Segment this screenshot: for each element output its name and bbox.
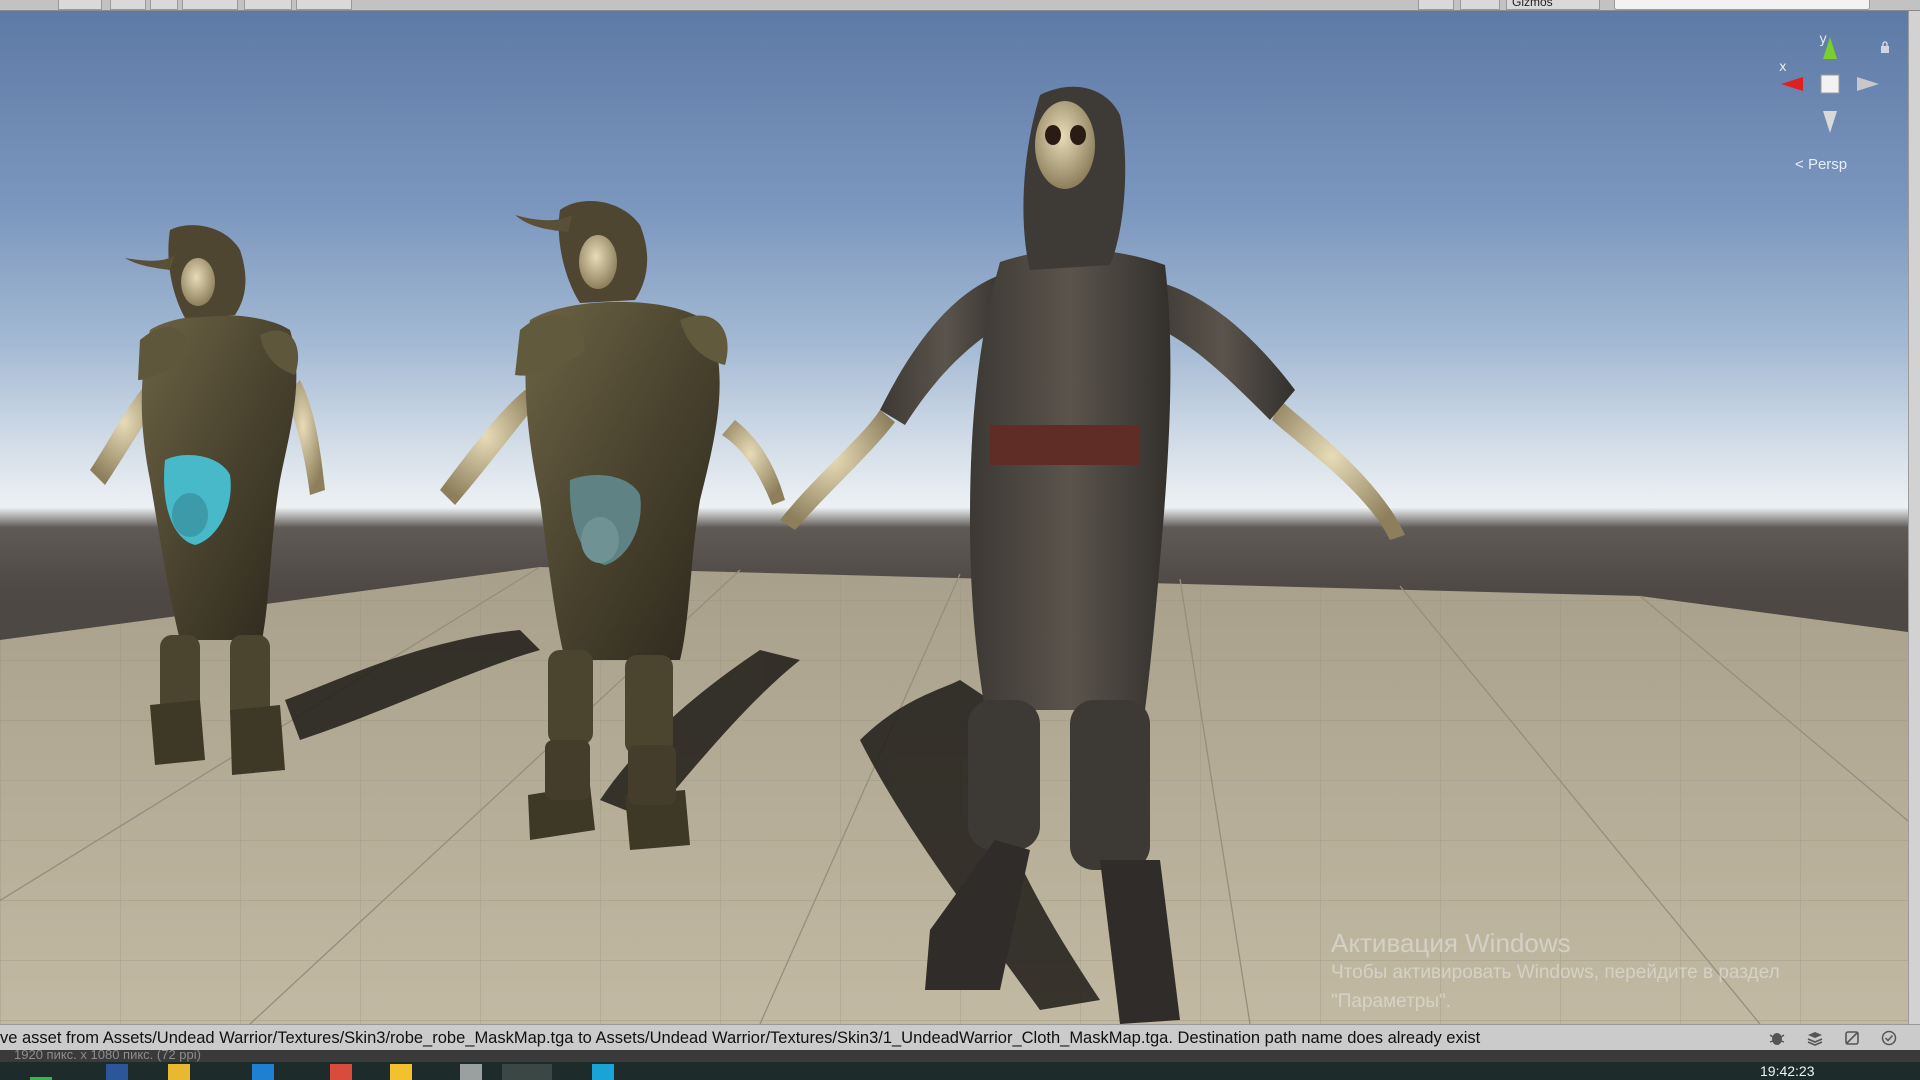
watermark-line1: Чтобы активировать Windows, перейдите в … <box>1331 962 1780 983</box>
x-axis-arrow[interactable] <box>1781 77 1803 91</box>
effects-dropdown-button[interactable] <box>182 0 238 10</box>
layers-icon[interactable] <box>1806 1030 1824 1046</box>
unity-editor-window: Gizmos y x < Persp Активация Windows Что… <box>0 0 1920 1080</box>
resolution-info: 1920 пикс. x 1080 пикс. (72 ppi) <box>14 1050 201 1062</box>
y-axis-label: y <box>1819 32 1827 47</box>
console-status-message[interactable]: ve asset from Assets/Undead Warrior/Text… <box>0 1025 1740 1051</box>
cache-server-icon[interactable] <box>1843 1030 1861 1046</box>
orientation-gizmo[interactable]: y x <box>1775 29 1885 139</box>
chrome-icon[interactable] <box>330 1064 352 1080</box>
neg-x-axis-arrow[interactable] <box>1857 77 1879 91</box>
neg-y-axis-arrow[interactable] <box>1823 111 1837 133</box>
watermark-title: Активация Windows <box>1331 928 1571 958</box>
scene-toolbar: Gizmos <box>0 0 1920 11</box>
paint-icon[interactable] <box>390 1064 412 1080</box>
grid-dropdown-button[interactable] <box>296 0 352 10</box>
explorer-icon[interactable] <box>168 1064 190 1080</box>
bug-icon[interactable] <box>1768 1030 1786 1046</box>
start-icon[interactable] <box>30 1064 52 1080</box>
hidden-objects-button[interactable] <box>244 0 292 10</box>
lock-icon[interactable] <box>1880 41 1890 53</box>
word-icon[interactable] <box>106 1064 128 1080</box>
status-bar: ve asset from Assets/Undead Warrior/Text… <box>0 1024 1920 1050</box>
windows-activation-watermark: Активация Windows Чтобы активировать Win… <box>1331 928 1780 1016</box>
gizmos-dropdown-button[interactable]: Gizmos <box>1506 0 1600 10</box>
lighting-toggle-button[interactable] <box>110 0 146 10</box>
taskbar-clock[interactable]: 19:42:23 <box>1760 1063 1815 1079</box>
edge-icon[interactable] <box>252 1064 274 1080</box>
projection-label: Persp <box>1807 156 1848 173</box>
camera-settings-button[interactable] <box>1460 0 1500 10</box>
vscode-icon[interactable] <box>592 1064 614 1080</box>
viewport-scrollbar[interactable] <box>1908 11 1920 1024</box>
chevron-left-icon: < <box>1795 156 1804 173</box>
hierarchy-search-input[interactable] <box>1614 0 1870 10</box>
gizmos-label: Gizmos <box>1512 0 1553 9</box>
projection-toggle[interactable]: < Persp <box>1795 156 1895 173</box>
x-axis-label: x <box>1779 60 1787 75</box>
audio-toggle-button[interactable] <box>150 0 178 10</box>
image-info-strip: 1920 пикс. x 1080 пикс. (72 ppi) <box>0 1050 1920 1062</box>
2d-toggle-button[interactable] <box>58 0 102 10</box>
tools-button[interactable] <box>1418 0 1454 10</box>
scene-render <box>0 86 1908 1024</box>
unity-icon[interactable] <box>502 1064 552 1080</box>
windows-taskbar: 19:42:23 <box>0 1062 1920 1080</box>
notepad-icon[interactable] <box>460 1064 482 1080</box>
gizmo-center-cube[interactable] <box>1820 74 1840 94</box>
scene-viewport[interactable]: y x < Persp Активация Windows Чтобы акти… <box>0 11 1908 1024</box>
check-circle-icon[interactable] <box>1880 1030 1898 1046</box>
watermark-line2: "Параметры". <box>1331 991 1452 1012</box>
